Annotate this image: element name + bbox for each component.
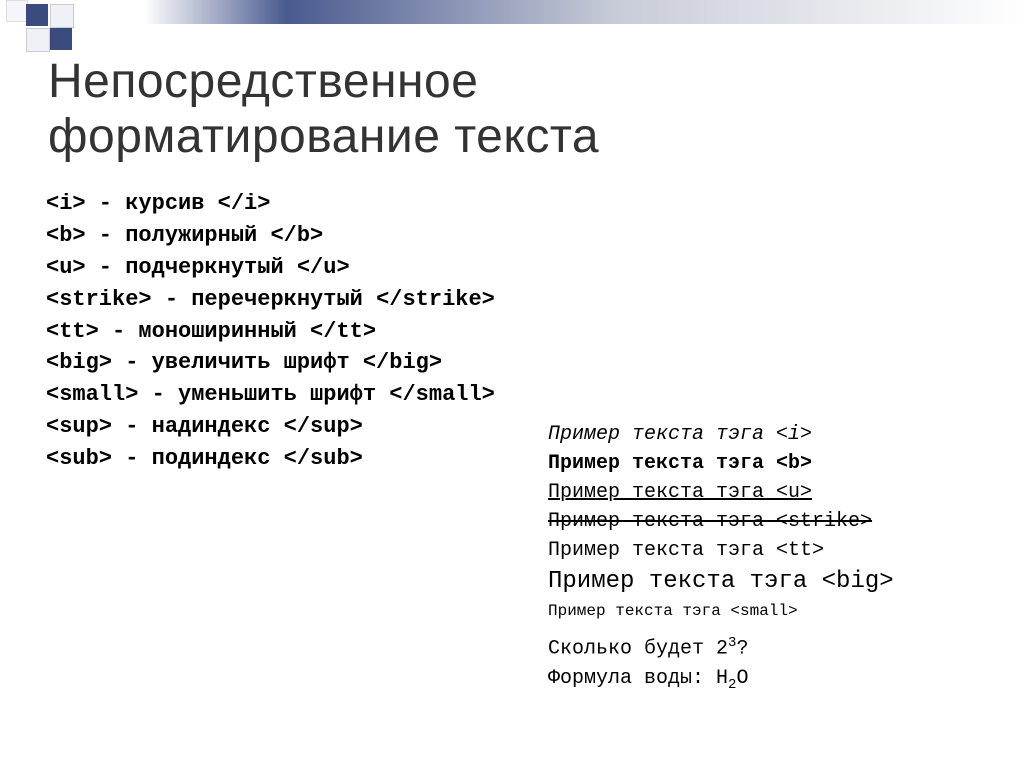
title-line1: Непосредственное <box>48 55 478 108</box>
example-b: Пример текста тэга <b> <box>548 449 894 478</box>
tag-row-sub: <sub> - подиндекс </sub> <box>46 443 495 475</box>
example-sub: Формула воды: H2O <box>548 664 894 695</box>
example-tt: Пример текста тэга <tt> <box>548 536 894 565</box>
slide-topbar <box>0 0 1024 24</box>
example-big: Пример текста тэга <big> <box>548 565 894 600</box>
example-i: Пример текста тэга <i> <box>548 420 894 449</box>
title-line2: форматирование текста <box>48 110 599 163</box>
tag-row-i: <i> - курсив </i> <box>46 188 495 220</box>
example-sup: Сколько будет 23? <box>548 633 894 664</box>
example-u: Пример текста тэга <u> <box>548 478 894 507</box>
tag-examples: Пример текста тэга <i> Пример текста тэг… <box>548 420 894 695</box>
tag-row-strike: <strike> - перечеркнутый </strike> <box>46 284 495 316</box>
tag-definitions: <i> - курсив </i> <b> - полужирный </b> … <box>46 188 495 475</box>
example-strike: Пример текста тэга <strike> <box>548 507 894 536</box>
logo-squares <box>6 0 146 50</box>
tag-row-tt: <tt> - моноширинный </tt> <box>46 316 495 348</box>
tag-row-b: <b> - полужирный </b> <box>46 220 495 252</box>
tag-row-u: <u> - подчеркнутый </u> <box>46 252 495 284</box>
tag-row-sup: <sup> - надиндекс </sup> <box>46 411 495 443</box>
slide-title: Непосредственное форматирование текста <box>48 54 599 164</box>
tag-row-small: <small> - уменьшить шрифт </small> <box>46 379 495 411</box>
tag-row-big: <big> - увеличить шрифт </big> <box>46 347 495 379</box>
example-small: Пример текста тэга <small> <box>548 600 894 623</box>
